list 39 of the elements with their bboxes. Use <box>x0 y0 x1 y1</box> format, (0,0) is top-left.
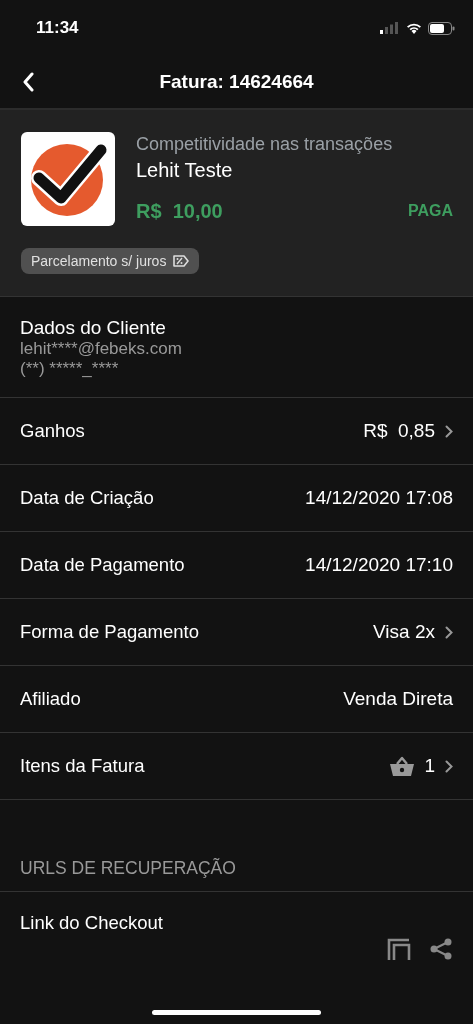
battery-icon <box>428 21 455 35</box>
customer-title: Dados do Cliente <box>20 317 167 339</box>
detail-row-link[interactable]: Ganhos R$ 0,85 <box>0 398 473 465</box>
copy-icon[interactable] <box>387 938 411 960</box>
row-value: Venda Direta <box>343 688 453 710</box>
signal-icon <box>380 22 400 34</box>
tag-label: Parcelamento s/ juros <box>31 253 167 269</box>
customer-email: lehit****@febeks.com <box>20 339 183 359</box>
row-label: Itens da Fatura <box>20 755 145 777</box>
row-value: Visa 2x <box>373 621 435 643</box>
basket-icon <box>390 756 415 776</box>
row-label: Forma de Pagamento <box>20 621 199 643</box>
row-label: Data de Pagamento <box>20 554 185 576</box>
detail-row-link[interactable]: Itens da Fatura 1 <box>0 733 473 800</box>
status-time: 11:34 <box>36 18 79 38</box>
payment-status: PAGA <box>407 202 453 221</box>
invoice-amount: R$ 10,00 <box>136 200 223 223</box>
row-label: Ganhos <box>20 420 85 442</box>
row-value: 1 <box>424 755 435 777</box>
row-label: Afiliado <box>20 688 81 710</box>
checkmark-logo-icon <box>21 132 115 226</box>
section-header: URLS DE RECUPERAÇÃO <box>20 858 236 878</box>
row-value: R$ 0,85 <box>363 420 435 442</box>
checkout-link-label: Link do Checkout <box>20 912 163 935</box>
seller-name: Lehit Teste <box>136 159 234 182</box>
discount-tag-icon <box>173 255 190 267</box>
chevron-icon <box>445 424 453 438</box>
row-value: 14/12/2020 17:08 <box>305 487 453 509</box>
wifi-icon <box>406 22 422 34</box>
page-title: Fatura: 14624664 <box>159 71 314 93</box>
share-icon[interactable] <box>429 938 453 960</box>
chevron-icon <box>445 625 453 639</box>
chevron-icon <box>445 759 453 773</box>
row-label: Data de Criação <box>20 487 154 509</box>
customer-phone: (**) *****_**** <box>20 359 120 379</box>
back-icon <box>22 72 34 92</box>
detail-row-link[interactable]: Forma de Pagamento Visa 2x <box>0 599 473 666</box>
row-value: 14/12/2020 17:10 <box>305 554 453 576</box>
product-name: Competitividade nas transações <box>136 134 394 155</box>
